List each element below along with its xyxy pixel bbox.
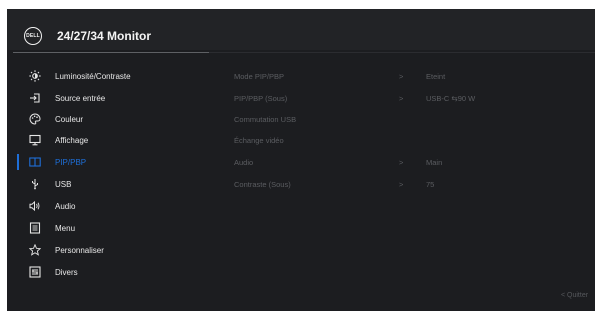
chevron-right-icon: >: [399, 157, 404, 167]
selection-indicator: [17, 154, 19, 170]
submenu-item-label: Commutation USB: [234, 114, 297, 124]
submenu-item-audio[interactable]: Audio > Main: [234, 153, 595, 171]
misc-icon: [28, 265, 42, 279]
menu-item-affichage[interactable]: Affichage: [7, 131, 217, 149]
dell-logo: DELL: [24, 27, 42, 45]
menu-item-label: USB: [55, 179, 72, 189]
usb-icon: [28, 177, 42, 191]
submenu-item-mode-pip-pbp[interactable]: Mode PIP/PBP > Eteint: [234, 67, 595, 85]
menu-item-audio[interactable]: Audio: [7, 197, 217, 215]
menu-icon: [28, 221, 42, 235]
menu-item-label: Affichage: [55, 135, 89, 145]
menu-item-label: Menu: [55, 223, 76, 233]
menu-item-label: Source entrée: [55, 93, 106, 103]
submenu-item-label: Contraste (Sous): [234, 179, 291, 189]
menu-item-source-entree[interactable]: Source entrée: [7, 89, 217, 107]
menu-item-luminosite-contraste[interactable]: Luminosité/Contraste: [7, 67, 217, 85]
submenu-item-commutation-usb[interactable]: Commutation USB: [234, 110, 595, 128]
submenu-item-label: Audio: [234, 157, 254, 167]
chevron-right-icon: >: [399, 71, 404, 81]
submenu-item-value: 75: [426, 179, 435, 189]
menu-item-label: Luminosité/Contraste: [55, 71, 131, 81]
menu-item-label: PIP/PBP: [55, 157, 87, 167]
submenu-item-label: Échange vidéo: [234, 135, 284, 145]
submenu-item-contraste-sous[interactable]: Contraste (Sous) > 75: [234, 175, 595, 193]
submenu-item-label: PIP/PBP (Sous): [234, 93, 288, 103]
header-divider-dim: [209, 52, 595, 53]
color-palette-icon: [28, 112, 42, 126]
header-divider: [13, 52, 209, 53]
menu-item-label: Couleur: [55, 114, 84, 124]
input-source-icon: [28, 91, 42, 105]
menu-item-menu[interactable]: Menu: [7, 219, 217, 237]
chevron-right-icon: >: [399, 179, 404, 189]
star-icon: [28, 243, 42, 257]
menu-item-usb[interactable]: USB: [7, 175, 217, 193]
osd-header: DELL 24/27/34 Monitor: [7, 9, 595, 50]
chevron-right-icon: >: [399, 93, 404, 103]
menu-item-personnaliser[interactable]: Personnaliser: [7, 241, 217, 259]
display-icon: [28, 133, 42, 147]
menu-item-pip-pbp[interactable]: PIP/PBP: [7, 153, 217, 171]
monitor-title: 24/27/34 Monitor: [57, 29, 152, 43]
quit-button[interactable]: < Quitter: [561, 292, 588, 299]
submenu-item-value: Eteint: [426, 71, 446, 81]
submenu-item-value: Main: [426, 157, 443, 167]
submenu-item-echange-video[interactable]: Échange vidéo: [234, 131, 595, 149]
submenu-item-label: Mode PIP/PBP: [234, 71, 285, 81]
menu-item-divers[interactable]: Divers: [7, 263, 217, 281]
speaker-icon: [28, 199, 42, 213]
osd-panel: DELL 24/27/34 Monitor Luminosité/Contras…: [7, 9, 595, 311]
menu-item-label: Personnaliser: [55, 245, 104, 255]
menu-item-label: Audio: [55, 201, 76, 211]
submenu-item-pip-pbp-sous[interactable]: PIP/PBP (Sous) > USB-C ⇆90 W: [234, 89, 595, 107]
submenu-item-value: USB-C ⇆90 W: [426, 93, 476, 103]
menu-item-label: Divers: [55, 267, 78, 277]
pip-pbp-icon: [28, 155, 42, 169]
brightness-icon: [28, 69, 42, 83]
menu-item-couleur[interactable]: Couleur: [7, 110, 217, 128]
